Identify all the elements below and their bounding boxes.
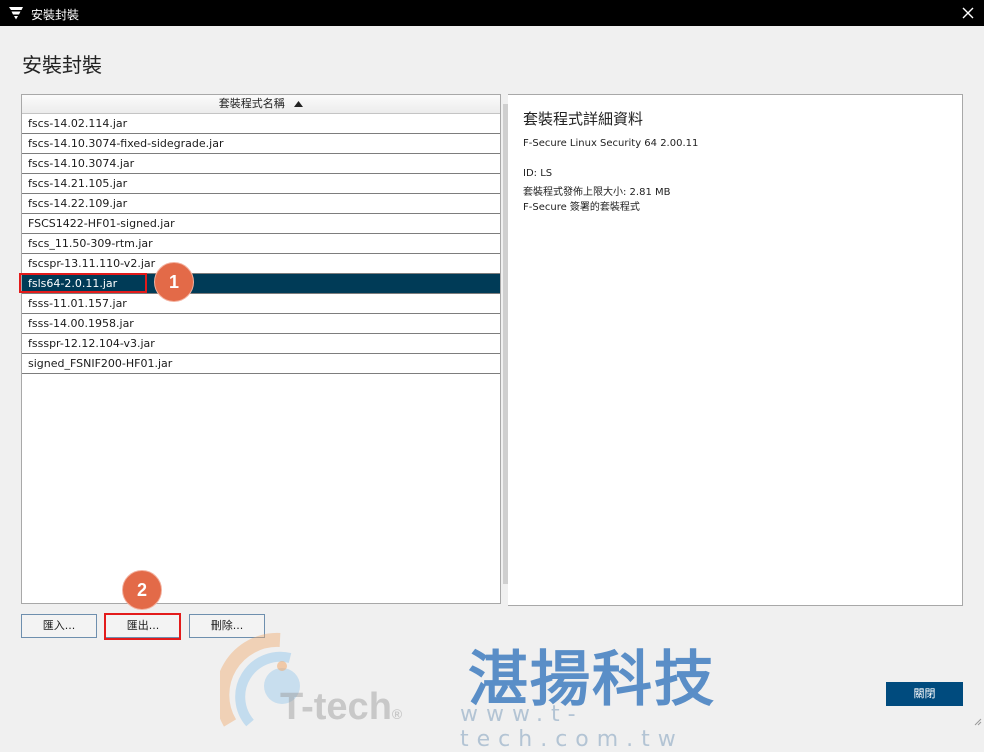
table-row[interactable]: fscs-14.22.109.jar: [22, 194, 500, 214]
resize-grip-icon[interactable]: [972, 716, 982, 726]
table-row[interactable]: fscs-14.10.3074.jar: [22, 154, 500, 174]
step-1-badge: 1: [154, 262, 194, 302]
package-rows: fscs-14.02.114.jar fscs-14.10.3074-fixed-…: [19, 114, 500, 374]
package-name: fsss-14.00.1958.jar: [28, 317, 134, 330]
package-name: fscs-14.10.3074-fixed-sidegrade.jar: [28, 137, 224, 150]
package-name: fscs-14.22.109.jar: [28, 197, 128, 210]
table-row[interactable]: fsls64-2.0.11.jar: [19, 273, 500, 294]
details-title: 套裝程式詳細資料: [523, 110, 644, 128]
package-name: fscs-14.02.114.jar: [28, 117, 128, 130]
details-signed-by: F-Secure 簽署的套裝程式: [523, 202, 640, 213]
package-name: signed_FSNIF200-HF01.jar: [28, 357, 173, 370]
package-name: fscspr-13.11.110-v2.jar: [28, 257, 156, 270]
panel-splitter[interactable]: [501, 94, 508, 604]
column-header-package-name[interactable]: 套裝程式名稱: [22, 95, 500, 114]
package-name: FSCS1422-HF01-signed.jar: [28, 217, 175, 230]
table-row[interactable]: fscs-14.02.114.jar: [22, 114, 500, 134]
close-button[interactable]: 關閉: [886, 682, 963, 706]
sort-ascending-icon: [294, 95, 304, 113]
delete-button[interactable]: 刪除...: [189, 614, 265, 638]
f-secure-logo-icon: [8, 6, 24, 20]
package-details-panel: 套裝程式詳細資料 F-Secure Linux Security 64 2.00…: [508, 94, 963, 606]
details-size: 套裝程式發佈上限大小: 2.81 MB: [523, 187, 671, 198]
table-row[interactable]: fsss-11.01.157.jar: [22, 294, 500, 314]
table-row[interactable]: signed_FSNIF200-HF01.jar: [22, 354, 500, 374]
table-row[interactable]: fssspr-12.12.104-v3.jar: [22, 334, 500, 354]
package-name: fscs-14.10.3074.jar: [28, 157, 135, 170]
watermark: T-tech® 湛揚科技 www.t-tech.com.tw: [220, 628, 780, 752]
table-row[interactable]: fscs-14.21.105.jar: [22, 174, 500, 194]
package-name: fscs_11.50-309-rtm.jar: [28, 237, 153, 250]
table-row[interactable]: fscspr-13.11.110-v2.jar: [22, 254, 500, 274]
package-name: fsss-11.01.157.jar: [28, 297, 127, 310]
package-list: 套裝程式名稱 fscs-14.02.114.jar fscs-14.10.3074…: [19, 94, 501, 604]
step-2-badge: 2: [122, 570, 162, 610]
package-name: fscs-14.21.105.jar: [28, 177, 128, 190]
table-row[interactable]: fscs_11.50-309-rtm.jar: [22, 234, 500, 254]
watermark-url: www.t-tech.com.tw: [460, 702, 684, 752]
title-bar: 安裝封裝: [0, 0, 984, 26]
details-id: ID: LS: [523, 168, 553, 179]
table-row[interactable]: FSCS1422-HF01-signed.jar: [22, 214, 500, 234]
watermark-brand: 湛揚科技: [468, 645, 716, 715]
selected-row-highlight-box: [19, 273, 147, 293]
table-row[interactable]: fscs-14.10.3074-fixed-sidegrade.jar: [22, 134, 500, 154]
column-header-label: 套裝程式名稱: [218, 97, 285, 110]
package-name: fssspr-12.12.104-v3.jar: [28, 337, 155, 350]
watermark-logo-text: T-tech®: [280, 686, 403, 728]
t-tech-logo-icon: [220, 632, 300, 727]
close-icon: [962, 7, 974, 19]
page-title: 安裝封裝: [22, 53, 102, 77]
window-title: 安裝封裝: [31, 8, 80, 22]
details-product: F-Secure Linux Security 64 2.00.11: [523, 138, 699, 149]
export-highlight-box: [104, 613, 181, 640]
close-window-button[interactable]: [952, 0, 984, 26]
import-button[interactable]: 匯入...: [21, 614, 97, 638]
table-row[interactable]: fsss-14.00.1958.jar: [22, 314, 500, 334]
